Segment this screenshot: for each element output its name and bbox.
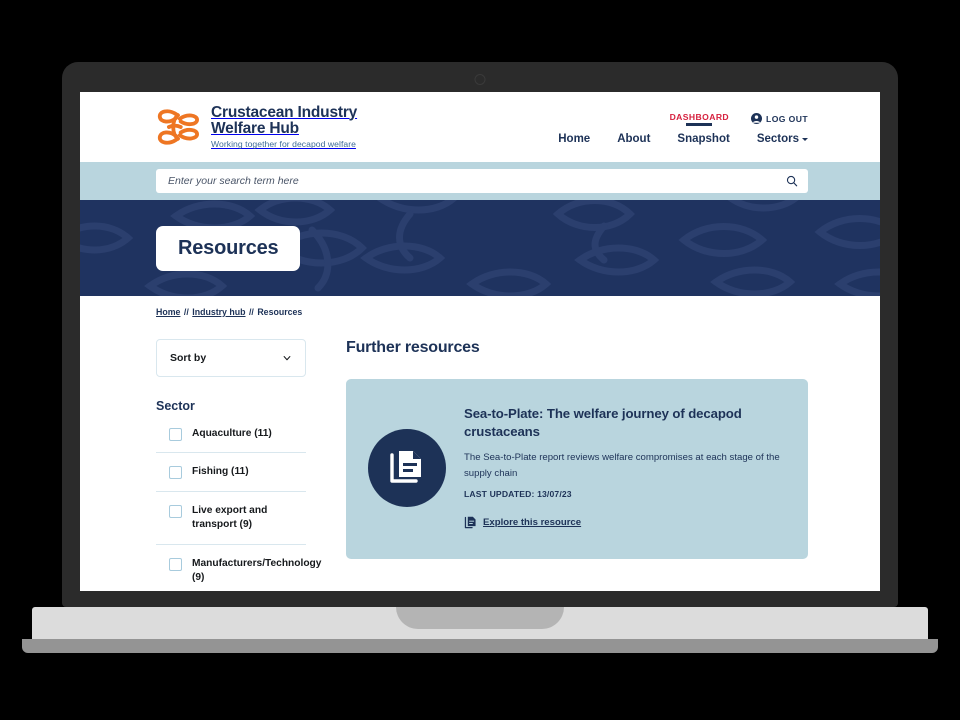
laptop-screen: Crustacean Industry Welfare Hub Working … xyxy=(80,92,880,591)
screenshot-stage: Crustacean Industry Welfare Hub Working … xyxy=(0,0,960,720)
resource-last-updated: LAST UPDATED: 13/07/23 xyxy=(464,488,572,499)
brand-line-1: Crustacean Industry xyxy=(211,103,358,121)
chevron-down-icon xyxy=(283,356,291,361)
search-box[interactable] xyxy=(156,169,808,193)
breadcrumb-separator: // xyxy=(183,307,189,317)
content-area: Sort by Sector Aquaculture (11) Fishing … xyxy=(80,339,880,591)
nav-item-snapshot[interactable]: Snapshot xyxy=(677,133,729,145)
nav-dashboard[interactable]: DASHBOARD xyxy=(670,112,729,126)
user-account-icon xyxy=(751,113,763,124)
breadcrumb-item-home[interactable]: Home xyxy=(156,307,180,317)
nav-item-sectors[interactable]: Sectors xyxy=(757,133,808,145)
document-stack-icon xyxy=(390,451,421,483)
sort-by-select[interactable]: Sort by xyxy=(156,339,306,377)
hero-banner: Resources xyxy=(80,200,880,296)
main-nav: Home About Snapshot Sectors xyxy=(558,133,808,145)
chevron-down-icon xyxy=(802,138,808,141)
resource-title: Sea-to-Plate: The welfare journey of dec… xyxy=(464,406,742,439)
crustacean-logo-icon xyxy=(157,109,200,145)
header-right: DASHBOARD LOG OUT Home About Snapshot Se… xyxy=(558,110,808,145)
page-body: Home // Industry hub // Resources Sort b… xyxy=(80,307,880,583)
facet-label: Manufacturers/Technology (9) xyxy=(192,557,322,584)
laptop-bezel: Crustacean Industry Welfare Hub Working … xyxy=(62,62,898,607)
checkbox-fishing[interactable] xyxy=(169,466,182,480)
checkbox-manufacturers-technology[interactable] xyxy=(169,557,182,571)
breadcrumb-separator: // xyxy=(248,307,254,317)
breadcrumb-item-industry-hub[interactable]: Industry hub xyxy=(192,307,245,317)
logout-button[interactable]: LOG OUT xyxy=(751,113,808,124)
laptop-base-lip xyxy=(22,639,938,653)
logout-label: LOG OUT xyxy=(766,113,808,124)
facet-fishing[interactable]: Fishing (11) xyxy=(156,453,306,492)
page-title-chip: Resources xyxy=(156,225,301,271)
document-icon xyxy=(464,516,476,529)
nav-item-home[interactable]: Home xyxy=(558,133,590,145)
facet-label: Live export and transport (9) xyxy=(192,504,268,531)
facet-live-export-and-transport[interactable]: Live export and transport (9) xyxy=(156,492,306,545)
nav-item-sectors-label: Sectors xyxy=(756,132,799,145)
brand-tagline: Working together for decapod welfare xyxy=(211,139,356,150)
checkbox-aquaculture[interactable] xyxy=(169,428,182,441)
explore-resource-link[interactable]: Explore this resource xyxy=(464,516,581,530)
search-input[interactable] xyxy=(166,174,786,188)
search-icon[interactable] xyxy=(786,175,798,187)
facet-label: Fishing (11) xyxy=(192,466,249,478)
checkbox-live-export-and-transport[interactable] xyxy=(169,504,182,518)
page-title: Resources xyxy=(178,236,279,259)
nav-item-about[interactable]: About xyxy=(617,133,650,145)
facet-label: Aquaculture (11) xyxy=(192,428,272,439)
search-band xyxy=(80,162,880,200)
main-column: Further resources Sea-to-Plate: The welf… xyxy=(346,339,808,591)
sector-filter-heading: Sector xyxy=(156,399,195,413)
brand-line-2: Welfare Hub xyxy=(211,119,299,137)
filter-sidebar: Sort by Sector Aquaculture (11) Fishing … xyxy=(156,339,321,591)
brand-text: Crustacean Industry Welfare Hub Working … xyxy=(211,103,358,150)
breadcrumb-item-current: Resources xyxy=(257,307,303,317)
facet-manufacturers-technology[interactable]: Manufacturers/Technology (9) xyxy=(156,545,321,591)
resource-thumbnail xyxy=(368,429,446,507)
further-resources-heading: Further resources xyxy=(346,339,480,356)
laptop-base-notch xyxy=(396,607,564,629)
facet-aquaculture[interactable]: Aquaculture (11) xyxy=(156,413,306,454)
utility-nav: DASHBOARD LOG OUT xyxy=(670,112,808,126)
resource-description: The Sea-to-Plate report reviews welfare … xyxy=(464,451,780,480)
brand-logo[interactable]: Crustacean Industry Welfare Hub Working … xyxy=(156,103,358,150)
resource-card[interactable]: Sea-to-Plate: The welfare journey of dec… xyxy=(346,379,808,559)
explore-resource-label: Explore this resource xyxy=(483,517,582,529)
sort-by-label: Sort by xyxy=(170,352,207,364)
resource-body: Sea-to-Plate: The welfare journey of dec… xyxy=(464,401,788,535)
site-header: Crustacean Industry Welfare Hub Working … xyxy=(80,92,880,162)
webcam-icon xyxy=(474,74,486,85)
breadcrumb: Home // Industry hub // Resources xyxy=(156,307,880,317)
